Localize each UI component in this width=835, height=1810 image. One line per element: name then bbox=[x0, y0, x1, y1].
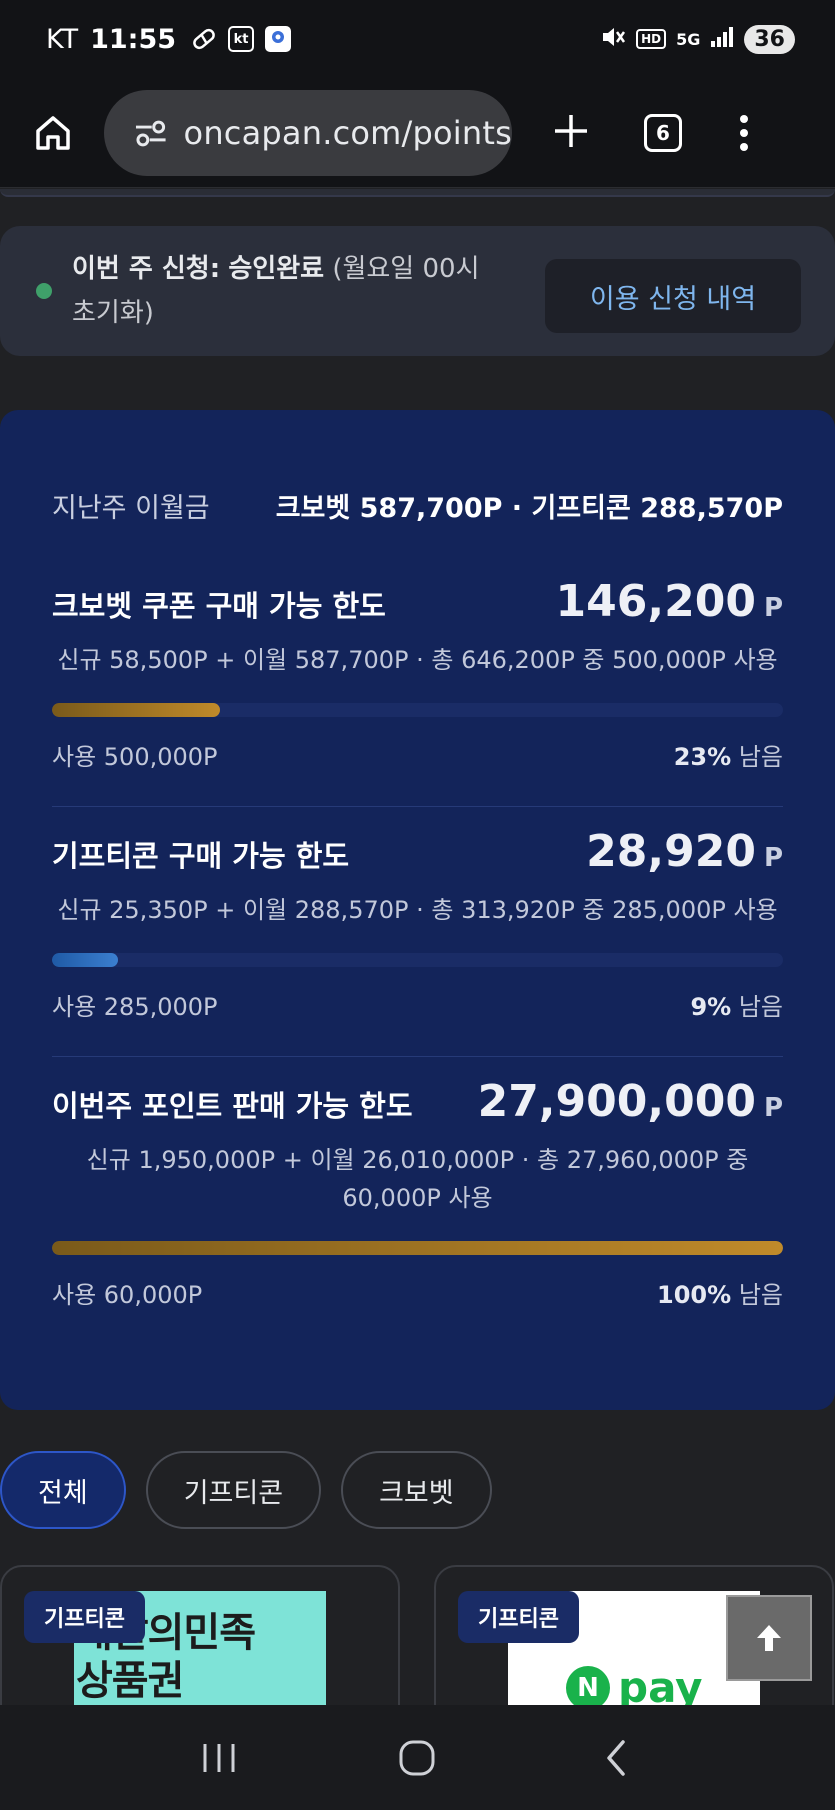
home-nav-button[interactable] bbox=[387, 1728, 447, 1788]
new-tab-button[interactable] bbox=[552, 107, 590, 159]
purchase-limits-card: 지난주 이월금 크보벳 587,700P · 기프티콘 288,570P 크보벳… bbox=[0, 410, 835, 1410]
more-menu-button[interactable] bbox=[740, 114, 748, 151]
pill-icon bbox=[190, 25, 218, 53]
carryover-label: 지난주 이월금 bbox=[52, 493, 210, 524]
carryover-value: 크보벳 587,700P · 기프티콘 288,570P bbox=[275, 493, 783, 524]
limit-progress-track bbox=[52, 1241, 783, 1255]
limit-point-sale: 이번주 포인트 판매 가능 한도 27,900,000 P 신규 1,950,00… bbox=[52, 1076, 783, 1310]
limit-title: 기프티콘 구매 가능 한도 bbox=[52, 839, 350, 873]
limit-remaining: 23% 남음 bbox=[673, 743, 783, 771]
limit-progress-fill bbox=[52, 703, 221, 717]
limit-progress-track bbox=[52, 953, 783, 967]
kt-app-icon: kt bbox=[228, 26, 255, 52]
back-button[interactable] bbox=[586, 1728, 646, 1788]
limit-detail: 신규 58,500P + 이월 587,700P · 총 646,200P 중 … bbox=[57, 646, 778, 674]
category-badge: 기프티콘 bbox=[24, 1591, 145, 1643]
browser-toolbar: oncapan.com/points 6 bbox=[0, 78, 835, 188]
limit-used: 사용 285,000P bbox=[52, 993, 218, 1021]
status-bar: KT 11:55 kt HD 5G 36 bbox=[0, 0, 835, 78]
divider bbox=[52, 1056, 783, 1057]
filter-all[interactable]: 전체 bbox=[0, 1451, 126, 1529]
limit-progress-track bbox=[52, 703, 783, 717]
carrier-label: KT bbox=[46, 23, 79, 55]
signal-icon bbox=[710, 26, 734, 53]
limit-remaining: 100% 남음 bbox=[657, 1281, 783, 1309]
limit-progress-fill bbox=[52, 953, 118, 967]
status-dot bbox=[36, 283, 52, 299]
address-bar[interactable]: oncapan.com/points bbox=[104, 89, 512, 176]
limit-remaining: 9% 남음 bbox=[690, 993, 783, 1021]
dot-icon bbox=[740, 142, 748, 151]
limit-amount: 146,200 P bbox=[555, 576, 783, 627]
limit-title: 크보벳 쿠폰 구매 가능 한도 bbox=[52, 589, 386, 623]
limit-kbobet: 크보벳 쿠폰 구매 가능 한도 146,200 P 신규 58,500P + 이월… bbox=[52, 576, 783, 772]
filter-gifticon[interactable]: 기프티콘 bbox=[145, 1451, 322, 1529]
limit-amount: 27,900,000 P bbox=[477, 1076, 783, 1127]
filter-kbobet[interactable]: 크보벳 bbox=[341, 1451, 492, 1529]
location-app-icon bbox=[264, 25, 292, 53]
limit-used: 사용 500,000P bbox=[52, 743, 218, 771]
hd-icon: HD bbox=[636, 29, 667, 49]
previous-card-edge bbox=[0, 189, 835, 197]
dot-icon bbox=[740, 128, 748, 137]
limit-detail: 신규 1,950,000P + 이월 26,010,000P · 총 27,96… bbox=[86, 1146, 749, 1212]
status-label: 이번 주 신청: bbox=[72, 254, 221, 284]
limit-amount: 28,920 P bbox=[586, 826, 783, 877]
category-badge: 기프티콘 bbox=[458, 1591, 579, 1643]
status-text: 이번 주 신청: 승인완료 (월요일 00시 초기화) bbox=[72, 247, 502, 335]
scroll-to-top-button[interactable] bbox=[726, 1595, 812, 1681]
system-navigation-bar bbox=[0, 1705, 835, 1810]
category-filter: 전체 기프티콘 크보벳 bbox=[0, 1451, 492, 1529]
home-circle-icon bbox=[399, 1740, 435, 1775]
limit-progress-fill bbox=[52, 1241, 783, 1255]
recents-icon bbox=[203, 1743, 235, 1772]
tab-switcher-button[interactable]: 6 bbox=[644, 113, 682, 152]
plus-icon bbox=[555, 114, 587, 147]
limit-used: 사용 60,000P bbox=[52, 1281, 203, 1309]
clock: 11:55 bbox=[90, 23, 177, 55]
limit-title: 이번주 포인트 판매 가능 한도 bbox=[52, 1089, 413, 1123]
mute-icon bbox=[600, 25, 626, 54]
home-button[interactable] bbox=[30, 110, 76, 156]
url-text: oncapan.com/points bbox=[183, 113, 512, 152]
home-icon bbox=[36, 115, 70, 150]
status-value: 승인완료 bbox=[228, 254, 325, 284]
back-chevron-icon bbox=[607, 1739, 625, 1776]
product-card[interactable]: 배달의민족 상품권 기프티콘 bbox=[0, 1565, 400, 1705]
npay-logo: N pay bbox=[566, 1663, 703, 1705]
page-content: 이번 주 신청: 승인완료 (월요일 00시 초기화) 이용 신청 내역 지난주… bbox=[0, 189, 835, 1705]
dot-icon bbox=[740, 114, 748, 123]
recent-apps-button[interactable] bbox=[189, 1728, 249, 1788]
limit-gifticon: 기프티콘 구매 가능 한도 28,920 P 신규 25,350P + 이월 28… bbox=[52, 826, 783, 1022]
arrow-up-icon bbox=[757, 1625, 781, 1651]
site-settings-icon[interactable] bbox=[134, 118, 168, 148]
divider bbox=[52, 806, 783, 807]
usage-history-button[interactable]: 이용 신청 내역 bbox=[545, 259, 801, 333]
battery-indicator: 36 bbox=[744, 24, 795, 54]
network-type-label: 5G bbox=[676, 29, 701, 49]
limit-detail: 신규 25,350P + 이월 288,570P · 총 313,920P 중 … bbox=[57, 896, 778, 924]
carryover-row: 지난주 이월금 크보벳 587,700P · 기프티콘 288,570P bbox=[52, 486, 783, 525]
weekly-application-status: 이번 주 신청: 승인완료 (월요일 00시 초기화) 이용 신청 내역 bbox=[0, 226, 835, 356]
